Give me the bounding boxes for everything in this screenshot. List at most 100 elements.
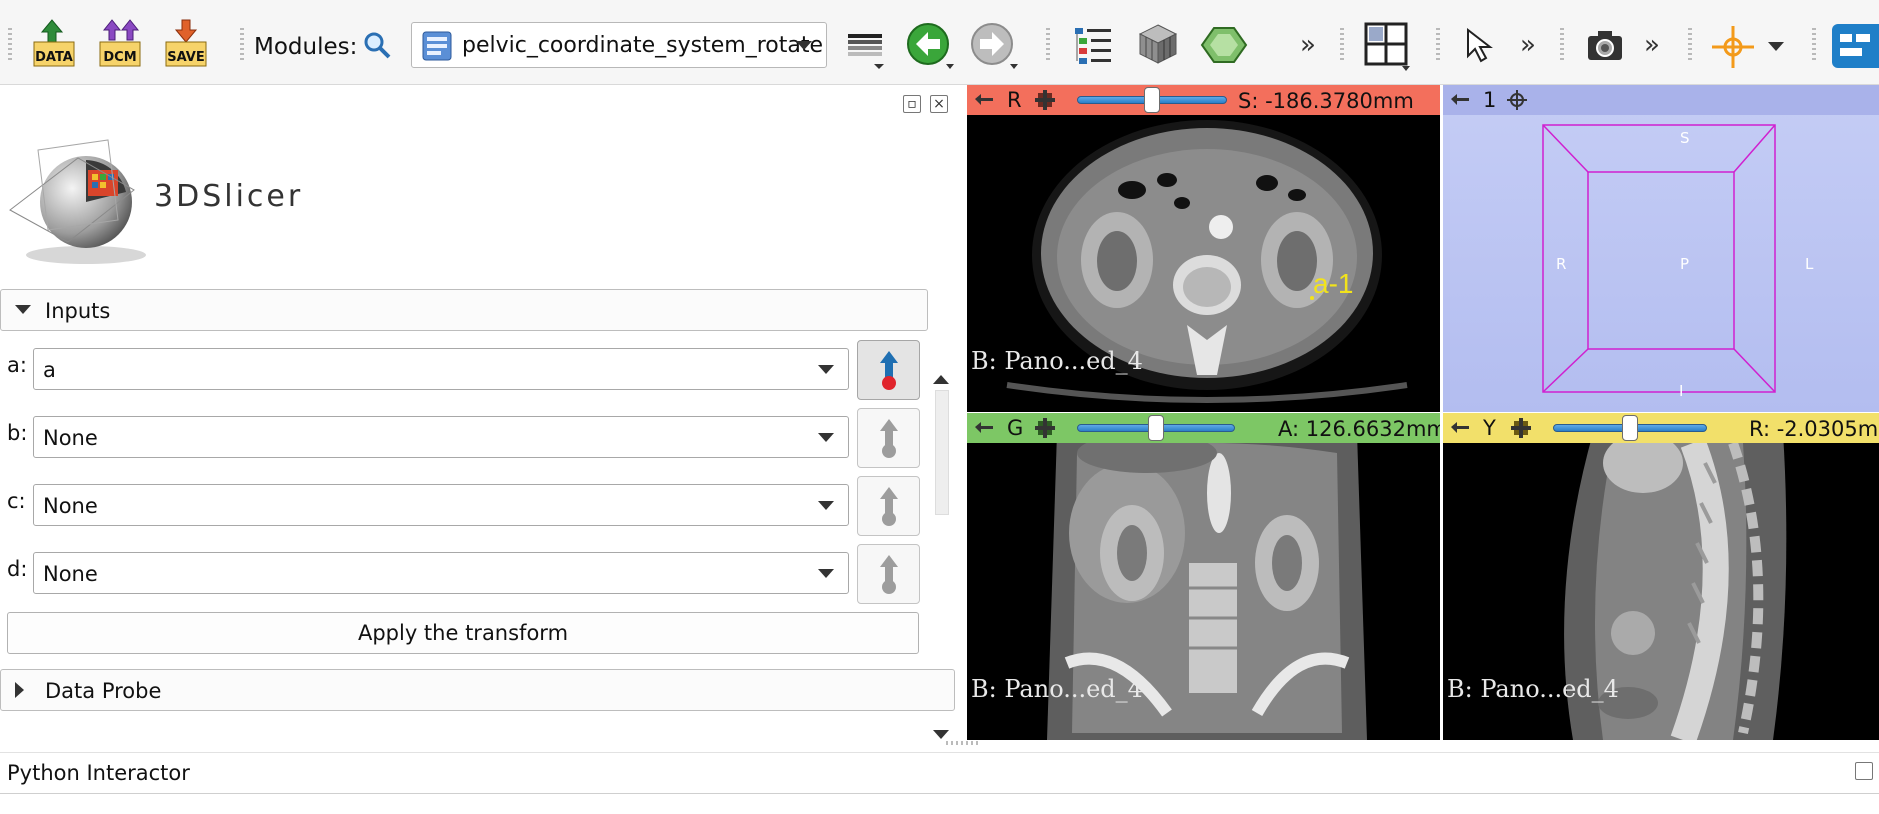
link-icon[interactable]	[1035, 418, 1055, 438]
toolbar-grip[interactable]	[8, 28, 12, 62]
toolbar-grip[interactable]	[1340, 28, 1344, 62]
mouse-pointer-icon	[1467, 27, 1493, 63]
yellow-slice-slider-handle[interactable]	[1622, 415, 1638, 441]
red-slice-slider-handle[interactable]	[1144, 87, 1160, 113]
scroll-up-icon[interactable]	[933, 375, 949, 384]
red-view-letter: R	[1007, 88, 1022, 112]
3d-view-controller: 1	[1443, 85, 1879, 115]
inputs-section-header[interactable]: Inputs	[0, 289, 928, 331]
splitter-handle[interactable]	[946, 741, 978, 745]
scroll-down-icon[interactable]	[933, 730, 949, 739]
green-slice-view[interactable]: G A: 126.6632mm B: Pano...ed_4	[967, 413, 1440, 740]
extensions-icon	[1832, 24, 1879, 68]
red-slice-view[interactable]: R S: -186.3780mm a-1 B: Pano...ed_4	[967, 85, 1440, 412]
save-icon: SAVE	[165, 19, 207, 67]
field-c-combo[interactable]: None	[33, 484, 849, 526]
red-slice-offset: S: -186.3780mm	[1238, 89, 1414, 113]
models-button[interactable]	[1073, 24, 1115, 66]
place-fiducial-icon	[880, 487, 898, 526]
undock-icon[interactable]: ▫	[903, 95, 921, 113]
toolbar-grip[interactable]	[1436, 28, 1440, 62]
toolbar-grip[interactable]	[1046, 28, 1050, 62]
search-icon	[364, 32, 391, 59]
toolbar-overflow-button[interactable]: »	[1300, 30, 1316, 60]
toolbar-overflow-button[interactable]: »	[1644, 30, 1660, 60]
apply-transform-button[interactable]: Apply the transform	[7, 612, 919, 654]
field-a-value: a	[43, 358, 56, 382]
yellow-slice-view[interactable]: Y R: -2.0305mm B: Pano...ed_4	[1443, 413, 1879, 740]
screenshot-icon	[1588, 31, 1622, 60]
place-point-d-button[interactable]	[857, 544, 920, 604]
screenshot-button[interactable]	[1586, 28, 1626, 64]
layout-strip-icon	[848, 34, 884, 69]
slicer-logo-text: 3DSlicer	[154, 179, 304, 214]
green-slice-slider-handle[interactable]	[1148, 415, 1164, 441]
toolbar-grip[interactable]	[1560, 28, 1564, 62]
pin-icon[interactable]	[975, 422, 993, 433]
inputs-section-label: Inputs	[45, 299, 111, 323]
field-c-label: c:	[7, 489, 26, 513]
center-view-icon[interactable]	[1507, 90, 1527, 110]
field-a-combo[interactable]: a	[33, 348, 849, 390]
crosshair-dropdown-icon[interactable]	[1768, 42, 1784, 51]
toolbar-grip[interactable]	[1688, 28, 1692, 62]
place-point-b-button[interactable]	[857, 408, 920, 468]
red-volume-label: B: Pano...ed_4	[971, 347, 1143, 375]
cube-button[interactable]	[1136, 22, 1180, 66]
field-b-combo[interactable]: None	[33, 416, 849, 458]
3d-view[interactable]: 1 S R P L I	[1443, 85, 1879, 412]
cube-icon	[1138, 24, 1178, 64]
red-slice-controller: R S: -186.3780mm	[967, 85, 1440, 115]
save-label: SAVE	[167, 50, 204, 65]
load-dicom-button[interactable]: DCM	[96, 18, 148, 70]
module-search-button[interactable]	[362, 30, 392, 60]
field-d-combo[interactable]: None	[33, 552, 849, 594]
panel-scrollbar-thumb[interactable]	[935, 390, 949, 515]
python-interactor-bar[interactable]: Python Interactor	[0, 752, 1879, 794]
load-data-button[interactable]: DATA	[30, 18, 82, 70]
layout-button[interactable]	[1364, 22, 1412, 72]
3d-view-number: 1	[1483, 88, 1497, 112]
volume-rendering-button[interactable]	[1200, 24, 1248, 66]
mouse-mode-button[interactable]	[1464, 27, 1500, 64]
3d-label-superior: S	[1680, 129, 1690, 147]
module-selector[interactable]: pelvic_coordinate_system_rotate	[411, 22, 827, 68]
back-button[interactable]	[906, 22, 956, 72]
toolbar-grip[interactable]	[1812, 28, 1816, 62]
close-panel-icon[interactable]: ×	[930, 95, 948, 113]
place-point-a-button[interactable]	[857, 340, 920, 400]
save-button[interactable]: SAVE	[162, 18, 214, 70]
field-b-value: None	[43, 426, 98, 450]
data-label: DATA	[35, 50, 73, 65]
pin-icon[interactable]	[1451, 94, 1469, 105]
green-slice-controller: G A: 126.6632mm	[967, 413, 1440, 443]
collapse-arrow-icon	[15, 305, 31, 314]
module-panel: ▫ × 3DSlicer Inputs a: a b: None c: None…	[0, 85, 966, 748]
yellow-volume-label: B: Pano...ed_4	[1447, 675, 1619, 703]
layout-icon	[1364, 22, 1410, 71]
field-c-value: None	[43, 494, 98, 518]
pin-icon[interactable]	[1451, 422, 1469, 433]
green-slice-offset: A: 126.6632mm	[1278, 417, 1440, 441]
data-probe-section-header[interactable]: Data Probe	[0, 669, 955, 711]
chevron-down-icon	[796, 41, 812, 50]
place-point-c-button[interactable]	[857, 476, 920, 536]
undock-icon[interactable]	[1855, 762, 1873, 780]
link-icon[interactable]	[1035, 90, 1055, 110]
link-icon[interactable]	[1511, 418, 1531, 438]
dcm-label: DCM	[103, 50, 136, 65]
dcm-icon: DCM	[99, 19, 141, 67]
fiducial-label: a-1	[1313, 268, 1354, 299]
layout-strip-button[interactable]	[846, 30, 886, 69]
crosshair-button[interactable]	[1710, 24, 1756, 70]
toolbar-grip[interactable]	[240, 28, 244, 62]
volume-icon	[1200, 27, 1248, 63]
slicer-logo	[9, 139, 146, 264]
forward-button[interactable]	[970, 22, 1020, 72]
pin-icon[interactable]	[975, 94, 993, 105]
extensions-manager-button[interactable]	[1830, 22, 1879, 70]
toolbar-overflow-button[interactable]: »	[1520, 30, 1536, 60]
green-view-letter: G	[1007, 416, 1024, 440]
chevron-down-icon	[818, 501, 834, 510]
3d-label-posterior: P	[1680, 255, 1690, 273]
